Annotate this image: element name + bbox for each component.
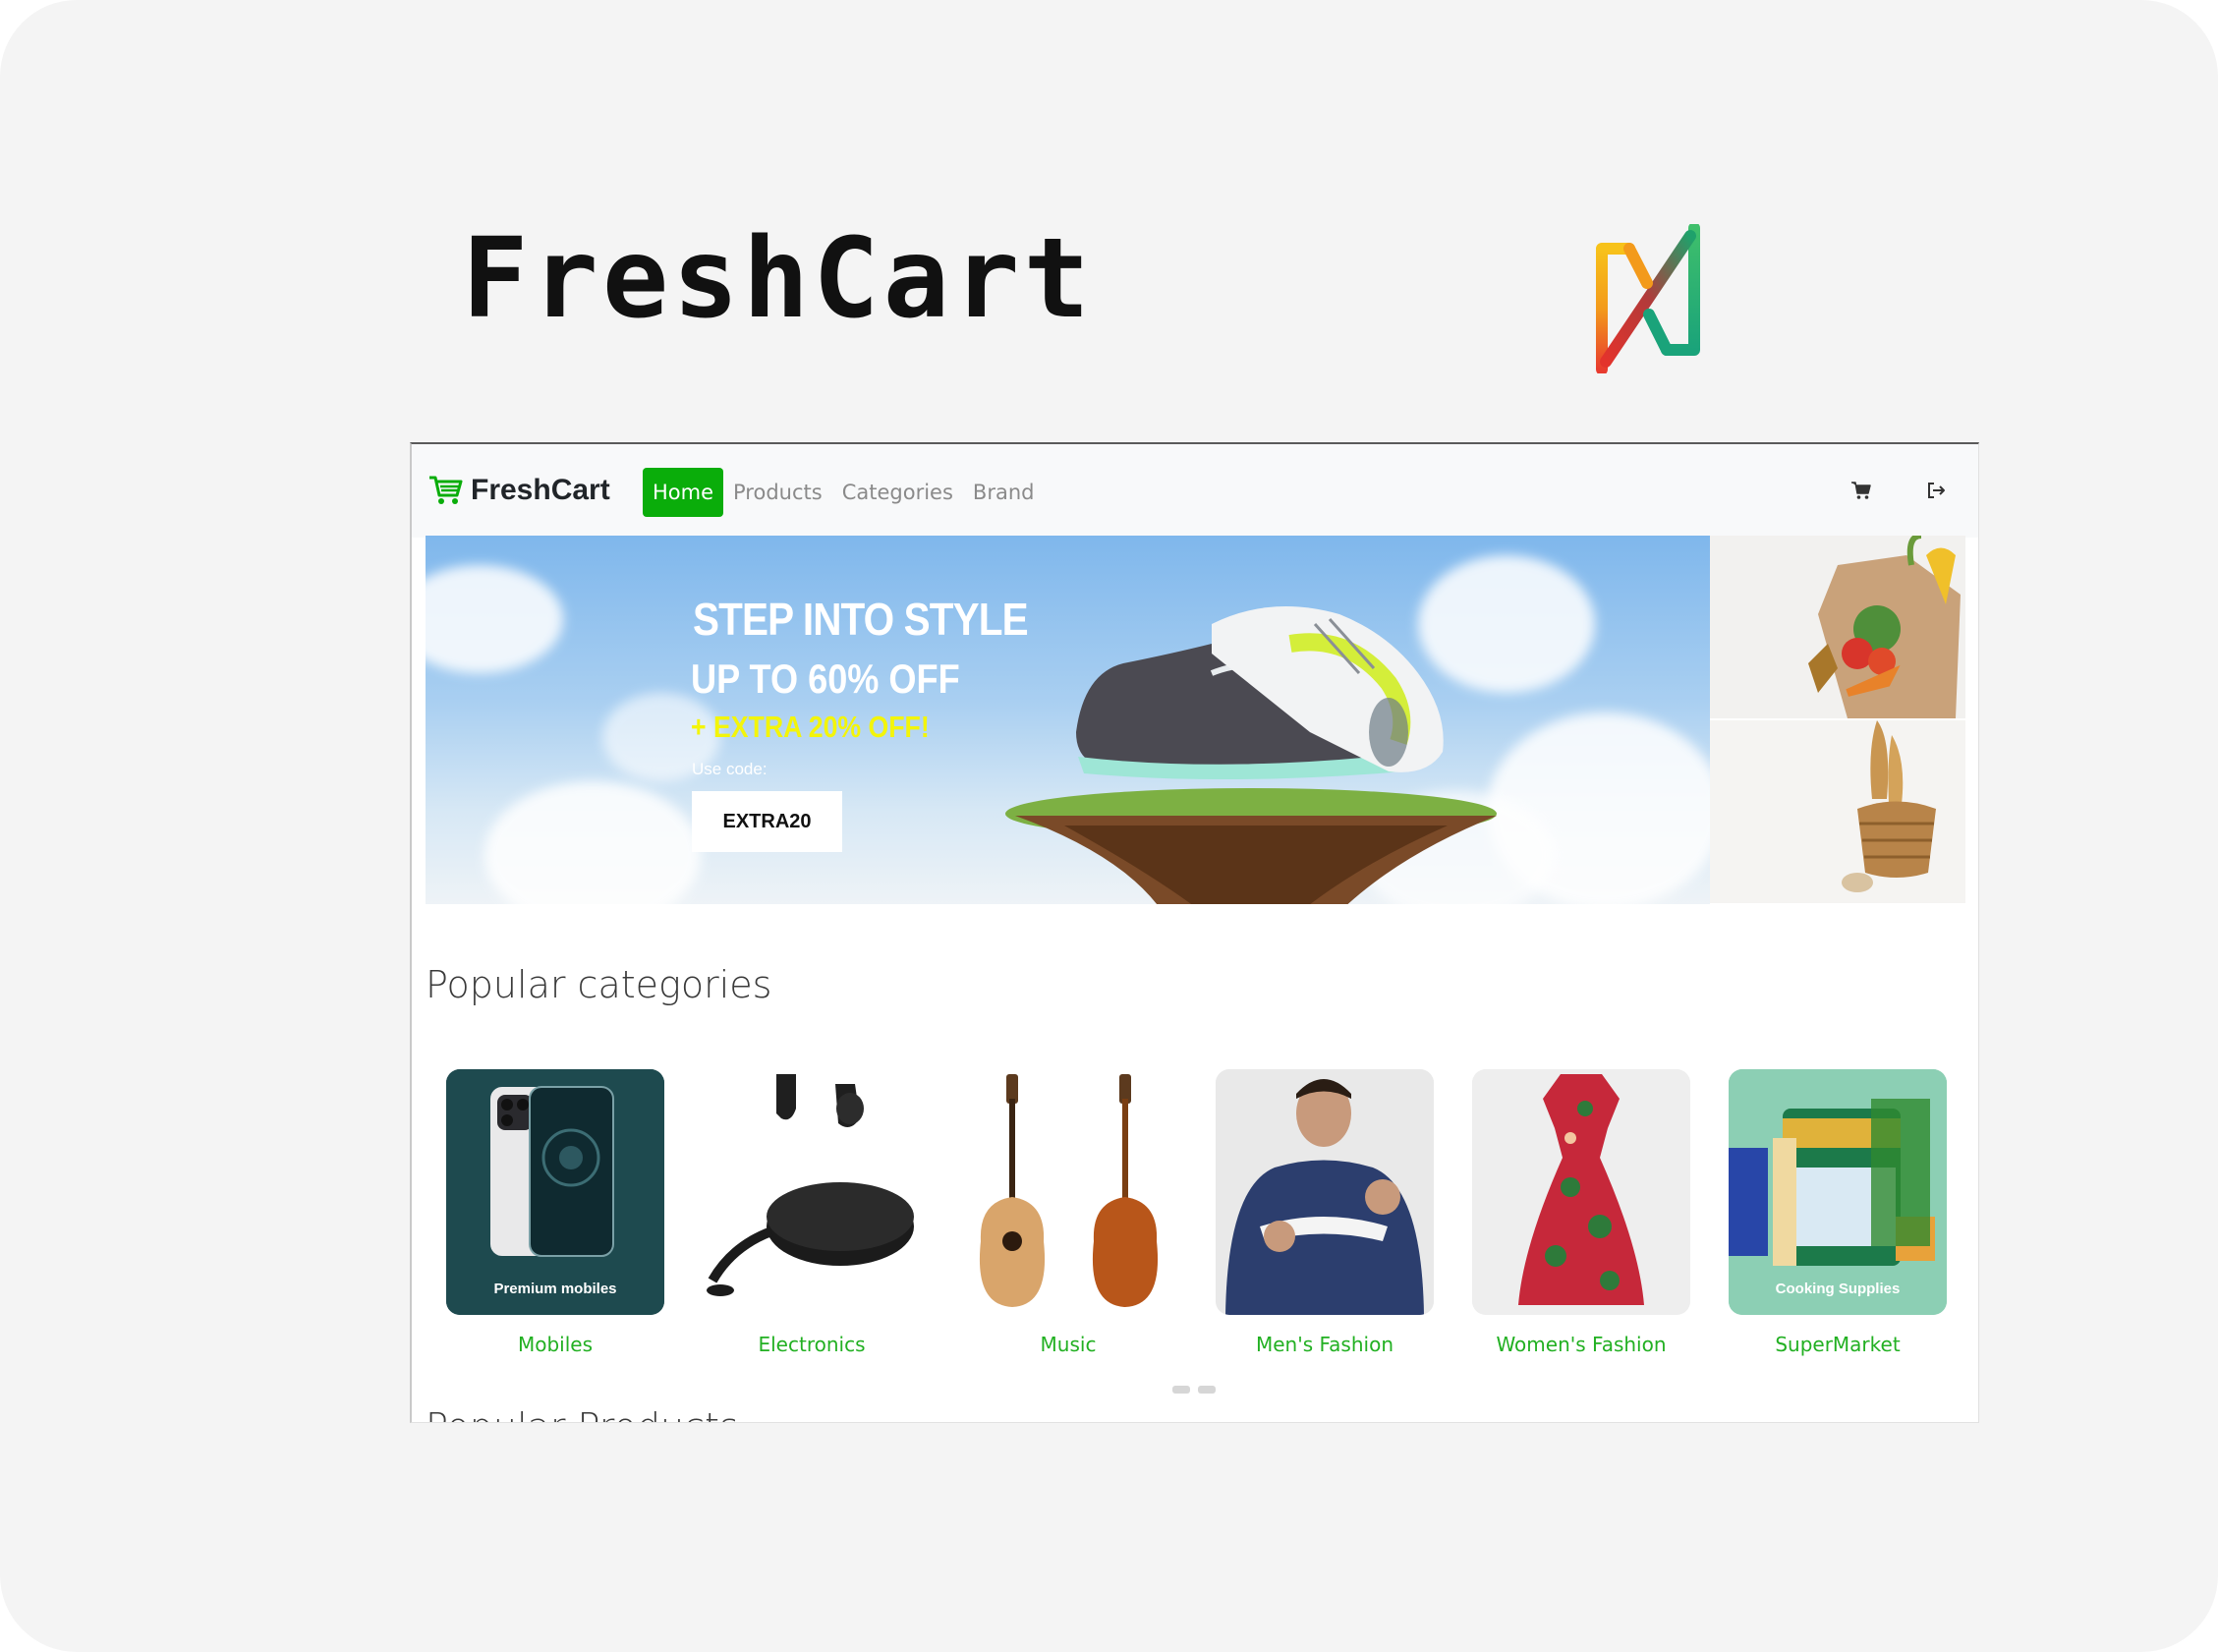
nav-icons: [1848, 478, 1949, 503]
navbar: FreshCart Home Products Categories Brand: [412, 444, 1978, 538]
category-carousel: Premium mobiles Mobiles Electronics Musi…: [412, 1069, 1978, 1384]
nav-link-brand[interactable]: Brand: [963, 468, 1045, 517]
supermarket-caption: Cooking Supplies: [1775, 1281, 1901, 1297]
category-card-music[interactable]: Music: [959, 1069, 1177, 1356]
category-card-supermarket[interactable]: Cooking Supplies SuperMarket: [1729, 1069, 1947, 1356]
hero-extra-offer: + EXTRA 20% OFF!: [691, 710, 930, 744]
womens-fashion-image: [1472, 1069, 1690, 1315]
brand[interactable]: FreshCart: [427, 474, 610, 507]
nav-links: Home Products Categories Brand: [643, 468, 1044, 517]
category-label-womens-fashion[interactable]: Women's Fashion: [1472, 1333, 1690, 1356]
category-label-mobiles[interactable]: Mobiles: [446, 1333, 664, 1356]
category-label-supermarket[interactable]: SuperMarket: [1729, 1333, 1947, 1356]
hero-use-code-label: Use code:: [692, 760, 768, 778]
popular-products-title: Popular Products: [426, 1405, 739, 1422]
mobiles-caption: Premium mobiles: [493, 1281, 617, 1297]
carousel-dots: [1172, 1386, 1216, 1394]
nav-link-products[interactable]: Products: [723, 468, 832, 517]
mobiles-image: Premium mobiles: [446, 1069, 664, 1315]
sneakers-image: [1076, 606, 1444, 780]
category-label-electronics[interactable]: Electronics: [703, 1333, 921, 1356]
supermarket-image: Cooking Supplies: [1729, 1069, 1947, 1315]
hero-offer: UP TO 60% OFF: [691, 655, 960, 702]
category-label-music[interactable]: Music: [959, 1333, 1177, 1356]
page-heading: FreshCart: [462, 215, 1094, 343]
carousel-dot-2[interactable]: [1198, 1386, 1216, 1394]
carousel-dot-1[interactable]: [1172, 1386, 1190, 1394]
mens-fashion-image: [1216, 1069, 1434, 1315]
category-label-mens-fashion[interactable]: Men's Fashion: [1216, 1333, 1434, 1356]
nav-link-categories[interactable]: Categories: [832, 468, 963, 517]
brand-name: FreshCart: [471, 474, 610, 506]
website-screenshot: FreshCart Home Products Categories Brand: [410, 442, 1979, 1423]
category-card-womens-fashion[interactable]: Women's Fashion: [1472, 1069, 1690, 1356]
promo-code: EXTRA20: [692, 791, 842, 852]
bread-basket-image[interactable]: [1710, 720, 1965, 903]
category-card-mobiles[interactable]: Premium mobiles Mobiles: [446, 1069, 664, 1356]
nav-link-home[interactable]: Home: [643, 468, 724, 517]
app-logo-icon: [1596, 224, 1700, 373]
category-card-electronics[interactable]: Electronics: [703, 1069, 921, 1356]
hero-banner[interactable]: STEP INTO STYLE UP TO 60% OFF + EXTRA 20…: [426, 536, 1710, 904]
showcase-card: FreshCart FreshCart Home Products Catego…: [0, 0, 2218, 1652]
music-image: [959, 1069, 1177, 1315]
popular-categories-title: Popular categories: [426, 963, 772, 1006]
hero-headline: STEP INTO STYLE: [693, 594, 1029, 645]
groceries-bag-image[interactable]: [1710, 536, 1965, 718]
cart-logo-icon: [429, 476, 463, 504]
electronics-image: [703, 1069, 921, 1315]
category-card-mens-fashion[interactable]: Men's Fashion: [1216, 1069, 1434, 1356]
cart-icon[interactable]: [1848, 478, 1874, 503]
logout-icon[interactable]: [1923, 478, 1949, 503]
